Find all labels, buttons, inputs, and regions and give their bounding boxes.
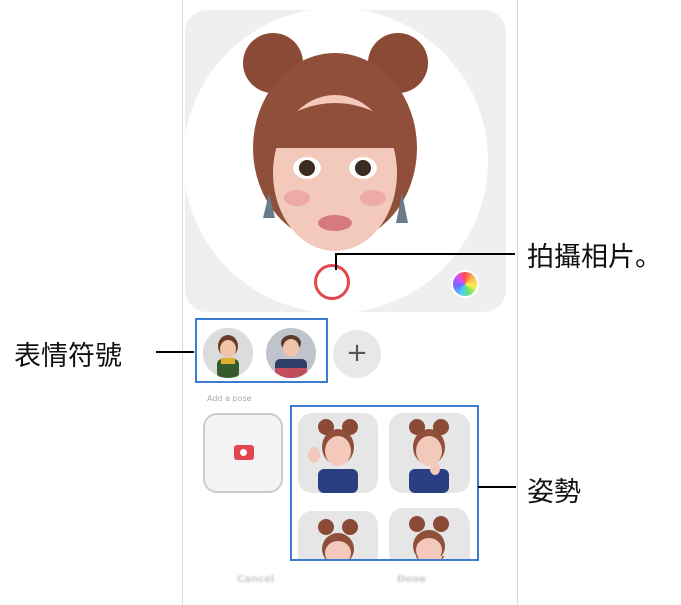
color-palette-icon[interactable]: [453, 272, 477, 296]
pose-tile-wink[interactable]: [298, 511, 378, 559]
pose-tile-shy[interactable]: [389, 413, 469, 493]
emojis-callout: 表情符號: [14, 341, 122, 372]
ar-emoji-camera-screen: + Add a pose Cancel Done: [182, 0, 518, 605]
avatar-man-icon: [266, 328, 316, 378]
pose-tile-wave[interactable]: [298, 413, 378, 493]
add-pose-label: Add a pose: [207, 394, 252, 403]
pose-tile-pout[interactable]: [389, 508, 469, 556]
avatar-preview: [183, 8, 506, 313]
take-photo-callout: 拍攝相片。: [527, 242, 662, 273]
pose-pout-image: [409, 516, 449, 556]
cancel-button[interactable]: Cancel: [237, 574, 274, 585]
add-emoji-button[interactable]: +: [333, 330, 381, 378]
capture-pose-button[interactable]: [203, 413, 283, 493]
pose-wave-image: [308, 419, 358, 493]
bottom-action-bar: Cancel Done: [183, 562, 517, 605]
pose-wink-image: [318, 519, 358, 559]
take-photo-leader-vertical: [335, 253, 337, 270]
emoji-list: [195, 318, 328, 383]
done-button[interactable]: Done: [397, 574, 426, 585]
poses-callout: 姿勢: [527, 477, 581, 508]
pose-shy-image: [409, 419, 449, 493]
emojis-leader-line: [156, 351, 194, 353]
poses-leader-line: [478, 486, 516, 488]
shutter-button[interactable]: [314, 264, 350, 300]
emoji-thumbnail-boy[interactable]: [203, 328, 253, 378]
emoji-thumbnail-man[interactable]: [266, 328, 316, 378]
take-photo-leader-horizontal: [335, 253, 515, 255]
camera-icon: [234, 445, 254, 460]
avatar-boy-icon: [203, 328, 253, 378]
